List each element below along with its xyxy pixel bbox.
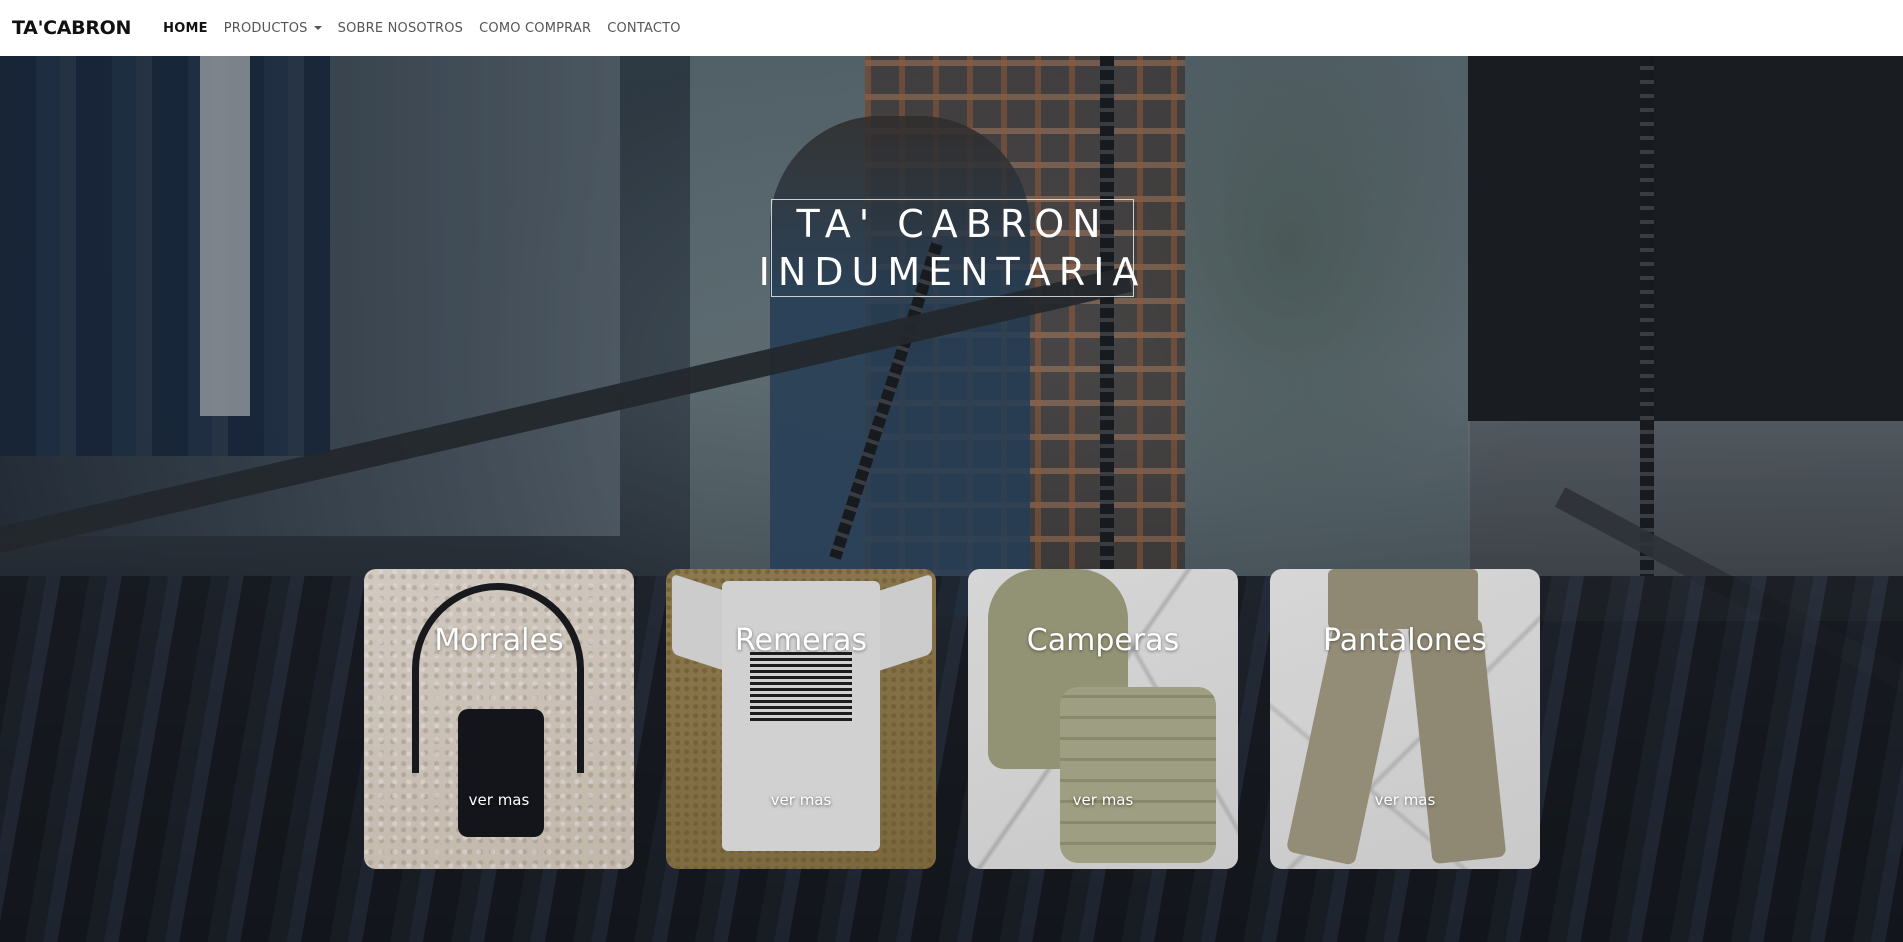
card-ver-mas-link[interactable]: ver mas <box>1270 791 1540 809</box>
card-title: Pantalones <box>1322 623 1488 658</box>
nav-link-home[interactable]: HOME <box>155 21 216 36</box>
card-ver-mas-link[interactable]: ver mas <box>968 791 1238 809</box>
category-card-morrales[interactable]: Morrales ver mas <box>364 569 634 869</box>
navbar: TA'CABRON HOME PRODUCTOS SOBRE NOSOTROS … <box>0 0 1903 56</box>
hero-title-line2: INDUMENTARIA <box>758 250 1147 294</box>
nav-links: HOME PRODUCTOS SOBRE NOSOTROS COMO COMPR… <box>155 21 689 36</box>
chevron-down-icon <box>313 26 322 30</box>
category-card-camperas[interactable]: Camperas ver mas <box>968 569 1238 869</box>
hero-section: TA' CABRON INDUMENTARIA Morrales ver mas… <box>0 56 1903 942</box>
card-title: Remeras <box>735 623 867 658</box>
category-card-remeras[interactable]: Remeras ver mas <box>666 569 936 869</box>
category-card-pantalones[interactable]: Pantalones ver mas <box>1270 569 1540 869</box>
card-ver-mas-link[interactable]: ver mas <box>364 791 634 809</box>
card-ver-mas-link[interactable]: ver mas <box>666 791 936 809</box>
nav-link-como-comprar[interactable]: COMO COMPRAR <box>471 21 599 36</box>
category-cards: Morrales ver mas Remeras ver mas Campera… <box>364 569 1540 869</box>
brand-logo[interactable]: TA'CABRON <box>12 17 131 39</box>
nav-link-productos[interactable]: PRODUCTOS <box>216 21 330 36</box>
card-title: Camperas <box>1026 623 1180 658</box>
hero-title-box: TA' CABRON INDUMENTARIA <box>759 199 1138 297</box>
card-title: Morrales <box>434 623 564 658</box>
hero-title-line1: TA' CABRON <box>796 202 1109 246</box>
nav-link-productos-label: PRODUCTOS <box>223 20 308 36</box>
nav-link-contacto[interactable]: CONTACTO <box>599 21 688 36</box>
nav-link-sobre-nosotros[interactable]: SOBRE NOSOTROS <box>330 21 471 36</box>
